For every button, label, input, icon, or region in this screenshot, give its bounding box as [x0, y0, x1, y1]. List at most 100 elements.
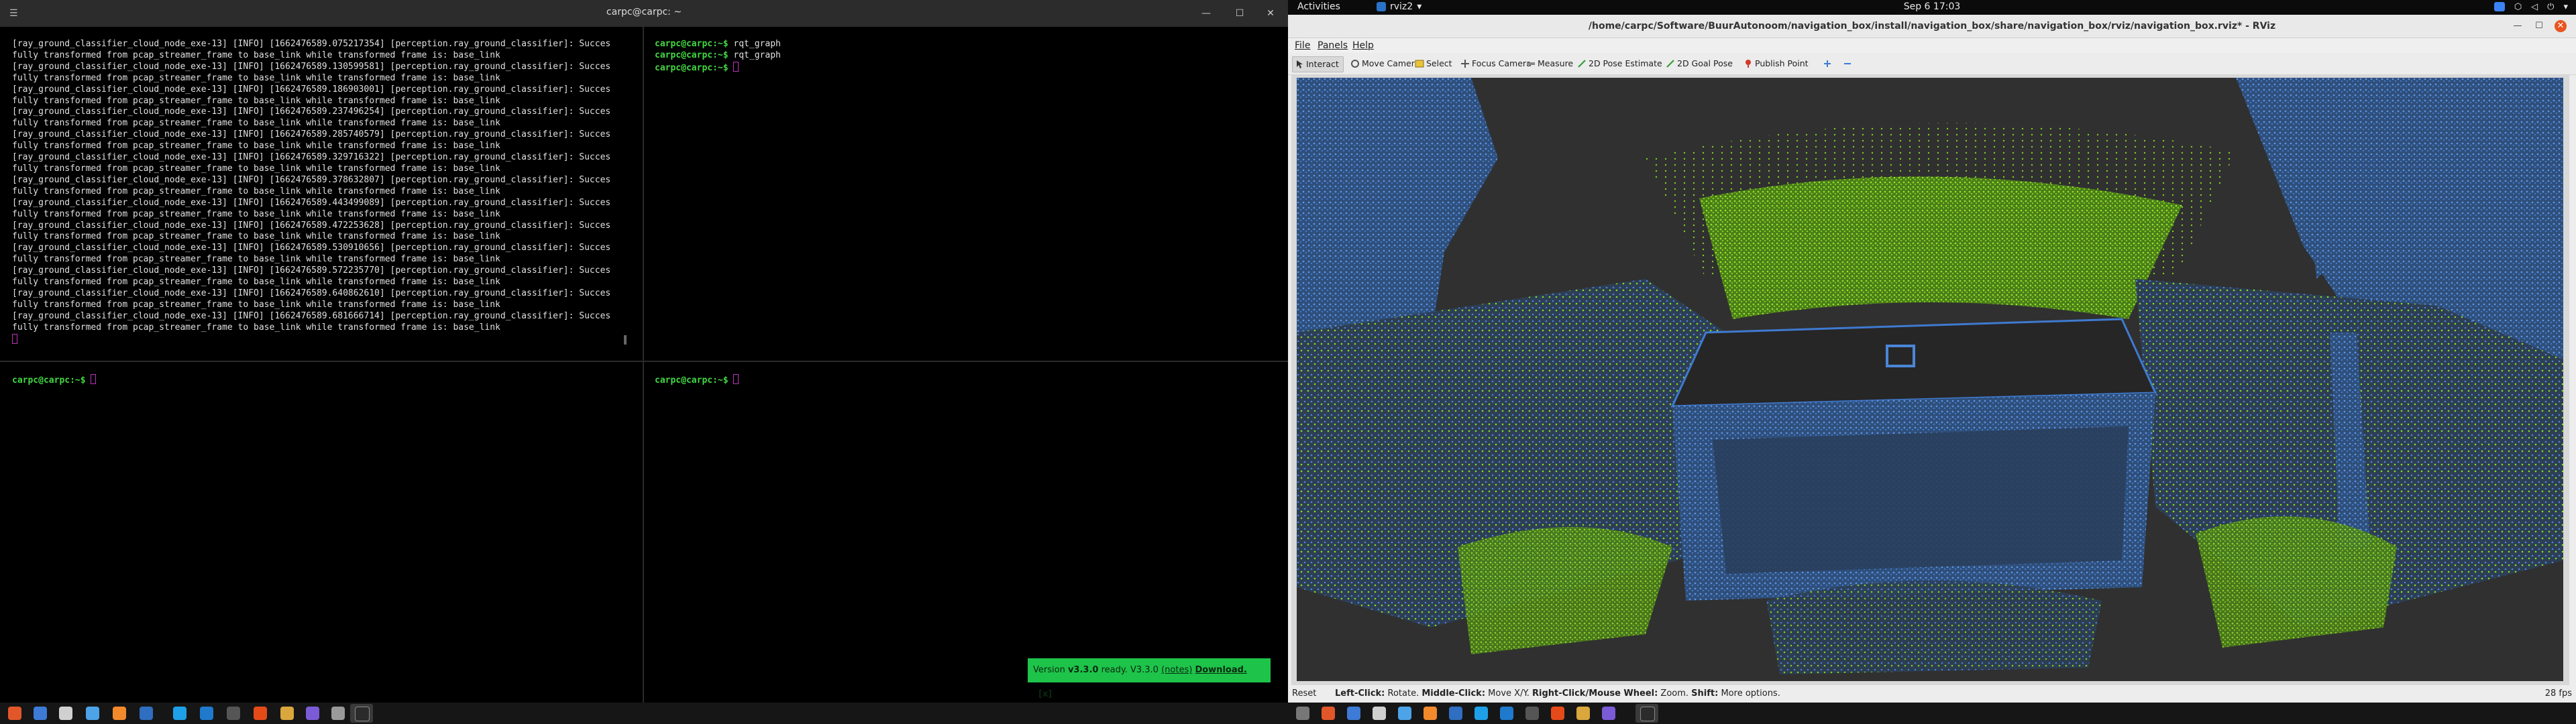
help-left-text: Rotate.: [1385, 688, 1422, 699]
close-button[interactable]: ✕: [2555, 20, 2567, 32]
help-shift-key: Shift:: [1691, 688, 1719, 699]
start-icon[interactable]: [8, 707, 21, 720]
map-pin-icon: [1746, 60, 1751, 68]
package-icon[interactable]: [113, 707, 126, 720]
menu-file[interactable]: File: [1295, 40, 1310, 51]
interact-icon: [1297, 60, 1303, 68]
tool-measure[interactable]: Measure: [1524, 56, 1573, 71]
package-icon[interactable]: [1424, 707, 1437, 720]
power-icon[interactable]: ⏻: [2547, 2, 2554, 12]
measure-icon: [1527, 62, 1535, 65]
settings-icon[interactable]: [331, 707, 345, 720]
tool-2d-goal-pose[interactable]: 2D Goal Pose: [1664, 56, 1733, 71]
chrome-icon[interactable]: [280, 707, 294, 720]
tool-label: Move Camera: [1362, 58, 1420, 68]
tool-2d-pose-estimate[interactable]: 2D Pose Estimate: [1575, 56, 1662, 71]
terminal-scrollbar[interactable]: [624, 335, 627, 345]
rviz-status-bar: Reset Left-Click: Rotate. Middle-Click: …: [1288, 685, 2576, 703]
menu-icon[interactable]: [1296, 707, 1309, 720]
minimize-button[interactable]: —: [1198, 5, 1214, 21]
editor-icon[interactable]: [1474, 707, 1488, 720]
tool-add[interactable]: [1821, 56, 1831, 71]
terminator-icon[interactable]: [1640, 707, 1655, 721]
update-notice: Version v3.3.0 ready. V3.3.0 (notes) Dow…: [1028, 658, 1271, 699]
tool-label: 2D Goal Pose: [1677, 58, 1733, 68]
terminal-title: carpc@carpc: ~: [606, 7, 682, 17]
firefox-icon[interactable]: [1551, 707, 1564, 720]
download-link[interactable]: Download.: [1195, 665, 1246, 675]
minimize-button[interactable]: —: [2512, 20, 2524, 32]
point-cloud-render: [1297, 78, 2563, 674]
terminal-pane-bottom-right[interactable]: carpc@carpc:~$: [644, 362, 1288, 703]
help-shift-text: More options.: [1718, 688, 1780, 699]
shell-prompt: carpc@carpc:~$: [655, 50, 729, 60]
reset-button[interactable]: Reset: [1292, 688, 1316, 699]
volume-icon[interactable]: ◁: [2531, 2, 2538, 12]
notice-close-button[interactable]: [x]: [1038, 689, 1052, 699]
terminal-pane-top-left[interactable]: [ray_ground_classifier_cloud_node_exe-13…: [0, 27, 643, 361]
pane-splitter-horizontal[interactable]: [0, 361, 1288, 362]
vscode-icon[interactable]: [1500, 707, 1513, 720]
tool-move-camera[interactable]: Move Camera: [1348, 56, 1420, 71]
maximize-button[interactable]: ☐: [2533, 20, 2545, 32]
text-editor-icon[interactable]: [59, 707, 72, 720]
tool-select[interactable]: Select: [1413, 56, 1452, 71]
document-icon[interactable]: [1398, 707, 1411, 720]
pose-estimate-icon: [1578, 60, 1586, 68]
clock[interactable]: Sep 6 17:03: [1288, 1, 2576, 12]
pane-splitter-vertical[interactable]: [643, 27, 644, 703]
ground-near-left: [1458, 527, 1672, 654]
terminator-icon[interactable]: [355, 707, 370, 721]
menu-help[interactable]: Help: [1352, 40, 1374, 51]
ground-near-right: [2196, 516, 2397, 648]
tool-publish-point[interactable]: Publish Point: [1741, 56, 1809, 71]
notice-ready: ready. V3.3.0: [1101, 665, 1159, 675]
chrome-icon[interactable]: [1576, 707, 1590, 720]
3d-viewport[interactable]: [1297, 78, 2563, 681]
folder-icon[interactable]: [1449, 707, 1462, 720]
firefox-icon[interactable]: [254, 707, 267, 720]
notes-link[interactable]: (notes): [1161, 665, 1192, 675]
terminal-icon[interactable]: [1525, 707, 1539, 720]
help-left-key: Left-Click:: [1335, 688, 1385, 699]
chevron-down-icon[interactable]: ▾: [2563, 2, 2568, 12]
tool-label: Publish Point: [1755, 58, 1809, 68]
folder-icon[interactable]: [140, 707, 153, 720]
shell-prompt: carpc@carpc:~$: [655, 62, 729, 73]
terminal-cursor: [733, 374, 739, 384]
text-editor-icon[interactable]: [1373, 707, 1386, 720]
close-button[interactable]: ✕: [1263, 5, 1279, 21]
tool-interact[interactable]: Interact: [1292, 56, 1344, 72]
system-tray[interactable]: ⬡ ◁ ⏻ ▾: [2493, 2, 2568, 12]
help-mid-key: Middle-Click:: [1421, 688, 1486, 699]
input-method-icon[interactable]: [2493, 2, 2505, 11]
vscode-icon[interactable]: [200, 707, 213, 720]
tool-label: 2D Pose Estimate: [1589, 58, 1662, 68]
vehicle-panel: [1713, 426, 2129, 574]
rviz-toolbar: Interact Move Camera Select Focus Camera…: [1288, 53, 2576, 75]
files-icon[interactable]: [34, 707, 47, 720]
app-icon[interactable]: [306, 707, 319, 720]
rviz-window: /home/carpc/Software/BuurAutonoom/naviga…: [1288, 15, 2576, 703]
document-icon[interactable]: [86, 707, 99, 720]
tool-remove[interactable]: [1841, 56, 1851, 71]
focus-camera-icon: [1461, 60, 1469, 68]
tool-focus-camera[interactable]: Focus Camera: [1458, 56, 1532, 71]
editor-icon[interactable]: [173, 707, 186, 720]
ground-points-near: [1699, 176, 2182, 319]
taskbar-right: [1288, 703, 2576, 724]
start-icon[interactable]: [1322, 707, 1335, 720]
maximize-button[interactable]: ☐: [1232, 5, 1248, 21]
move-camera-icon: [1351, 60, 1359, 68]
menu-panels[interactable]: Panels: [1318, 40, 1348, 51]
gnome-top-bar: Activities rviz2 ▾ Sep 6 17:03 ⬡ ◁ ⏻ ▾: [1288, 0, 2576, 15]
app-icon[interactable]: [1602, 707, 1615, 720]
network-icon[interactable]: ⬡: [2514, 2, 2522, 12]
minus-icon: [1844, 63, 1851, 64]
files-icon[interactable]: [1347, 707, 1360, 720]
terminal-icon[interactable]: [227, 707, 240, 720]
rviz-titlebar: /home/carpc/Software/BuurAutonoom/naviga…: [1288, 15, 2576, 38]
terminal-pane-bottom-left[interactable]: carpc@carpc:~$: [0, 362, 643, 703]
shell-prompt: carpc@carpc:~$: [12, 375, 86, 385]
terminal-pane-top-right[interactable]: carpc@carpc:~$ rqt_graph carpc@carpc:~$ …: [644, 27, 1288, 361]
